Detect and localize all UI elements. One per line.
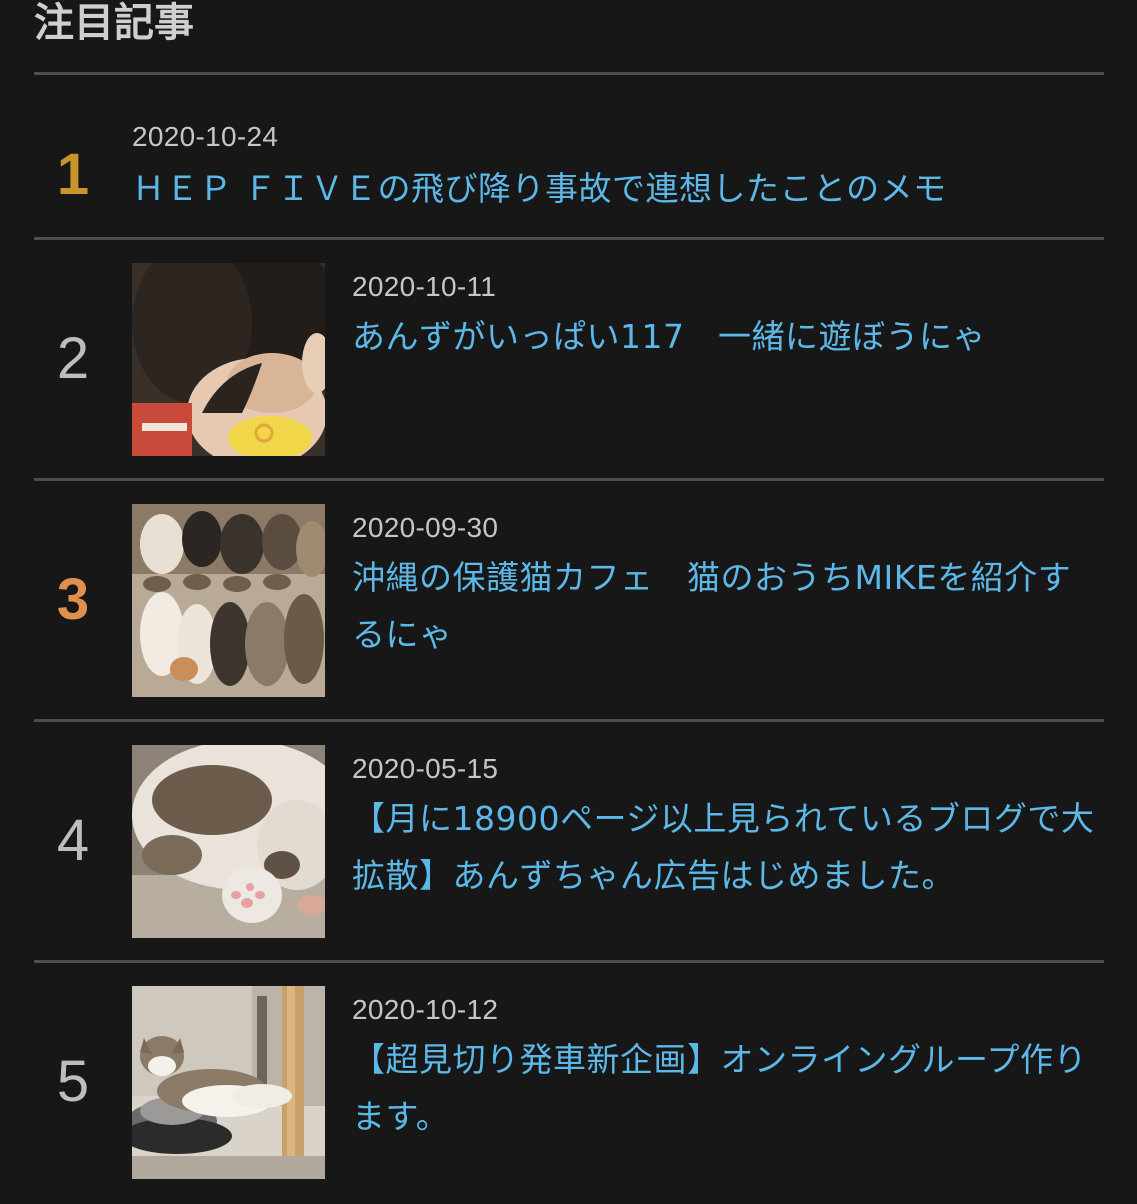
article-date: 2020-10-11 — [352, 270, 1104, 304]
rank-number: 2 — [34, 330, 112, 388]
article-meta: 2020-10-24 ＨＥＰ ＦＩＶＥの飛び降り事故で連想したことのメモ — [132, 120, 1104, 217]
list-item: 5 — [34, 963, 1104, 1204]
list-item: 2 2020-10-11 — [34, 240, 1104, 481]
section-title: 注目記事 — [34, 0, 1104, 75]
article-list: 1 2020-10-24 ＨＥＰ ＦＩＶＥの飛び降り事故で連想したことのメモ 2 — [34, 75, 1104, 1204]
article-title-link[interactable]: ＨＥＰ ＦＩＶＥの飛び降り事故で連想したことのメモ — [132, 160, 1104, 217]
article-date: 2020-05-15 — [352, 752, 1104, 786]
article-meta: 2020-05-15 【月に18900ページ以上見られているブログで大拡散】あん… — [352, 752, 1104, 904]
rank-number: 1 — [34, 146, 112, 204]
article-title-link[interactable]: あんずがいっぱい117 一緒に遊ぼうにゃ — [352, 308, 1104, 365]
rank-number: 4 — [34, 812, 112, 870]
child-and-baby-photo — [132, 263, 325, 456]
rank-number: 5 — [34, 1053, 112, 1111]
article-date: 2020-09-30 — [352, 511, 1104, 545]
article-thumbnail[interactable] — [132, 263, 325, 456]
article-title-link[interactable]: 沖縄の保護猫カフェ 猫のおうちMIKEを紹介するにゃ — [352, 549, 1104, 663]
article-thumbnail[interactable] — [132, 504, 325, 697]
article-thumbnail[interactable] — [132, 986, 325, 1179]
list-item: 4 2020-05- — [34, 722, 1104, 963]
featured-articles-widget: 注目記事 1 2020-10-24 ＨＥＰ ＦＩＶＥの飛び降り事故で連想したこと… — [34, 0, 1104, 1204]
list-item: 3 — [34, 481, 1104, 722]
article-meta: 2020-09-30 沖縄の保護猫カフェ 猫のおうちMIKEを紹介するにゃ — [352, 511, 1104, 663]
article-thumbnail[interactable] — [132, 745, 325, 938]
article-date: 2020-10-24 — [132, 120, 1104, 154]
article-title-link[interactable]: 【超見切り発車新企画】オンライングループ作ります。 — [352, 1031, 1104, 1145]
rank-number: 3 — [34, 571, 112, 629]
article-title-link[interactable]: 【月に18900ページ以上見られているブログで大拡散】あんずちゃん広告はじめまし… — [352, 790, 1104, 904]
cat-on-cushion-photo — [132, 986, 325, 1179]
article-meta: 2020-10-12 【超見切り発車新企画】オンライングループ作ります。 — [352, 993, 1104, 1145]
article-date: 2020-10-12 — [352, 993, 1104, 1027]
list-item: 1 2020-10-24 ＨＥＰ ＦＩＶＥの飛び降り事故で連想したことのメモ — [34, 75, 1104, 240]
article-meta: 2020-10-11 あんずがいっぱい117 一緒に遊ぼうにゃ — [352, 270, 1104, 365]
cats-eating-photo — [132, 504, 325, 697]
cat-lying-paw-photo — [132, 745, 325, 938]
